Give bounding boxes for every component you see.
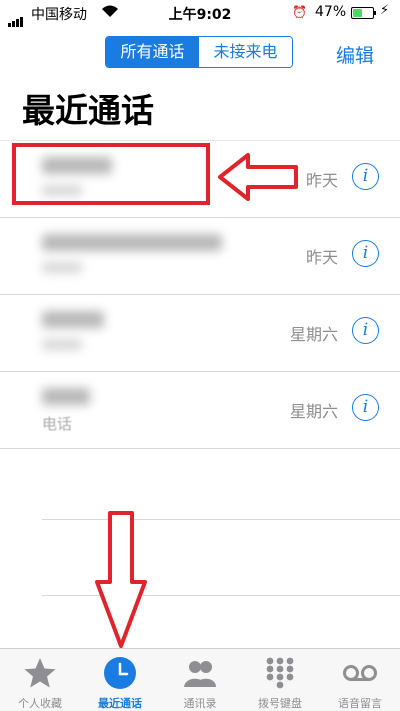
segment-all-calls[interactable]: 所有通话: [106, 37, 199, 67]
call-date: 星期六: [289, 325, 338, 344]
call-date: 昨天: [305, 248, 338, 267]
down-arrow-annotation: [95, 511, 147, 648]
tab-voicemail[interactable]: 语音留言: [320, 649, 400, 711]
call-type: 电话: [42, 415, 73, 433]
voicemail-icon: [343, 665, 377, 681]
blurred-call-type: [42, 262, 82, 273]
edit-button[interactable]: 编辑: [336, 41, 374, 68]
call-row[interactable]: 昨天 i: [0, 217, 400, 294]
star-icon: [24, 658, 56, 688]
segment-missed-calls[interactable]: 未接来电: [199, 37, 292, 67]
blurred-contact-name: [42, 311, 104, 328]
tab-contacts[interactable]: 通讯录: [160, 649, 240, 711]
tab-favorites[interactable]: 个人收藏: [0, 649, 80, 711]
alarm-icon: ⏰: [292, 5, 307, 19]
call-date: 昨天: [305, 171, 338, 190]
clock-icon: [104, 657, 136, 689]
call-date: 星期六: [289, 402, 338, 421]
blurred-contact-name: [42, 388, 90, 405]
info-icon[interactable]: i: [352, 163, 379, 190]
nav-bar: 所有通话 未接来电 编辑: [0, 28, 400, 76]
call-filter-segmented-control: 所有通话 未接来电: [105, 36, 293, 68]
battery-icon: [351, 7, 376, 19]
info-icon[interactable]: i: [352, 394, 379, 421]
info-icon[interactable]: i: [352, 240, 379, 267]
keypad-icon: [266, 657, 294, 689]
blurred-call-type: [42, 339, 82, 350]
status-bar: 中国移动 上午9:02 ⏰ 47% ⚡: [0, 0, 400, 27]
highlight-box: [12, 143, 210, 205]
tab-bar: 个人收藏 最近通话 通讯录 拨号键盘 语音留言: [0, 648, 400, 711]
contacts-icon: [184, 661, 216, 687]
charging-icon: ⚡: [380, 3, 390, 18]
page-title: 最近通话: [22, 91, 154, 130]
tab-keypad[interactable]: 拨号键盘: [240, 649, 320, 711]
tab-recents[interactable]: 最近通话: [80, 649, 160, 711]
call-row[interactable]: 星期六 i: [0, 294, 400, 371]
call-row[interactable]: 电话 星期六 i: [0, 371, 400, 449]
info-icon[interactable]: i: [352, 317, 379, 344]
blurred-contact-name: [42, 234, 222, 251]
battery-percent: 47%: [315, 4, 347, 20]
left-arrow-annotation: [218, 153, 298, 201]
